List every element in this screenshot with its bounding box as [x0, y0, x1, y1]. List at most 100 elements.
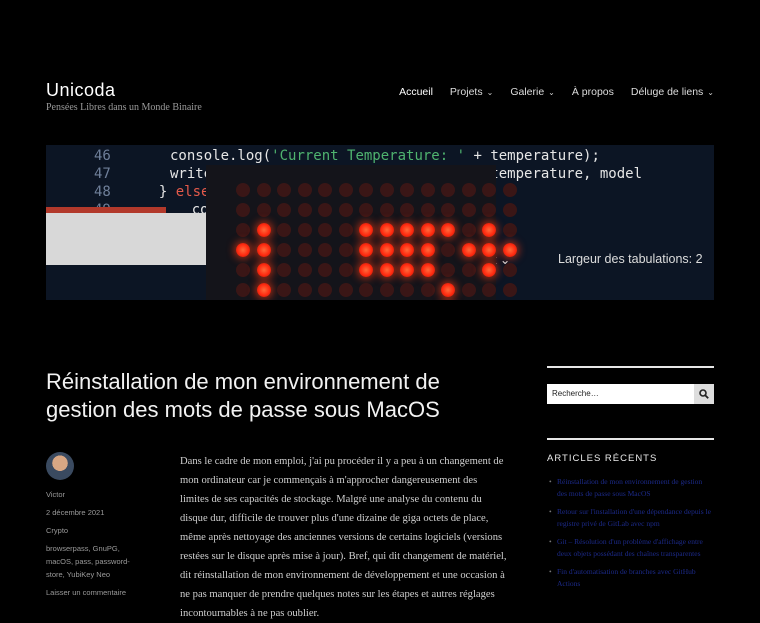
comment-link[interactable]: Laisser un commentaire — [46, 586, 146, 599]
led — [379, 183, 394, 197]
post-date[interactable]: 2 décembre 2021 — [46, 506, 146, 519]
led — [338, 223, 353, 237]
led — [502, 203, 517, 217]
chevron-down-icon: ⌄ — [548, 87, 555, 97]
search-button[interactable] — [694, 384, 714, 404]
post-tags[interactable]: browserpass, GnuPG, macOS, pass, passwor… — [46, 542, 146, 581]
led — [277, 243, 291, 257]
led — [502, 223, 517, 237]
led — [359, 203, 373, 217]
recent-post-link[interactable]: Fin d'automatisation de branches avec Gi… — [549, 566, 714, 590]
led — [297, 263, 312, 277]
led — [256, 283, 271, 297]
led — [482, 263, 496, 277]
avatar — [46, 452, 74, 480]
led — [379, 243, 394, 257]
led — [297, 283, 312, 297]
led — [441, 283, 455, 297]
led — [318, 183, 332, 197]
led — [482, 223, 496, 237]
nav-item-projets[interactable]: Projets ⌄ — [450, 86, 493, 98]
post-title[interactable]: Réinstallation de mon environnement de g… — [46, 368, 516, 424]
led — [338, 283, 353, 297]
code-keyword: else — [175, 184, 210, 200]
nav-label: Galerie — [510, 86, 545, 98]
led — [256, 263, 271, 277]
led — [482, 183, 496, 197]
led — [502, 183, 517, 197]
line-number: 47 — [94, 166, 111, 182]
code-line: console.log('Current Temperature: ' + te… — [170, 148, 600, 164]
led — [277, 203, 291, 217]
nav-label: Accueil — [399, 86, 433, 98]
led — [277, 283, 291, 297]
site-title[interactable]: Unicoda — [46, 80, 116, 101]
led — [318, 263, 332, 277]
led — [338, 203, 353, 217]
led — [297, 203, 312, 217]
code-text: } — [142, 184, 176, 200]
chevron-down-icon: ⌄ — [486, 87, 494, 97]
led — [318, 223, 332, 237]
led — [236, 203, 250, 217]
led — [502, 263, 517, 277]
sidebar-divider — [547, 366, 714, 368]
nav-item-a-propos[interactable]: À propos — [572, 86, 614, 98]
led — [461, 183, 476, 197]
led — [236, 223, 250, 237]
status-tab-width: Largeur des tabulations: 2 — [558, 252, 703, 266]
led — [400, 263, 414, 277]
recent-post-link[interactable]: Retour sur l'installation d'une dépendan… — [549, 506, 714, 530]
post-content: Dans le cadre de mon emploi, j'ai pu pro… — [180, 456, 507, 619]
post-category[interactable]: Crypto — [46, 524, 146, 537]
recent-post-link[interactable]: Git – Résolution d'un problème d'afficha… — [549, 536, 714, 560]
led — [482, 283, 496, 297]
led — [256, 203, 271, 217]
search-form: Recherche… — [547, 384, 714, 404]
led — [256, 183, 271, 197]
led — [461, 203, 476, 217]
post-meta: Victor 2 décembre 2021 Crypto browserpas… — [46, 488, 146, 604]
code-line: } else — [142, 184, 210, 200]
led — [441, 203, 455, 217]
sensor-board — [46, 213, 211, 265]
led — [441, 243, 455, 257]
led — [338, 263, 353, 277]
led — [318, 283, 332, 297]
led — [379, 203, 394, 217]
led — [359, 263, 373, 277]
led — [461, 223, 476, 237]
led — [379, 263, 394, 277]
nav-item-deluge-de-liens[interactable]: Déluge de liens ⌄ — [631, 86, 714, 98]
post-author[interactable]: Victor — [46, 488, 146, 501]
led — [236, 263, 250, 277]
led — [236, 183, 250, 197]
search-input[interactable]: Recherche… — [547, 384, 694, 404]
code-text: console.log( — [170, 148, 272, 164]
main-navigation: Accueil Projets ⌄ Galerie ⌄ À propos Dél… — [382, 86, 714, 98]
led — [256, 223, 271, 237]
led — [441, 263, 455, 277]
nav-item-galerie[interactable]: Galerie ⌄ — [510, 86, 555, 98]
led — [297, 223, 312, 237]
led — [482, 243, 496, 257]
nav-item-accueil[interactable]: Accueil — [399, 86, 433, 98]
nav-label: Projets — [449, 86, 483, 98]
led — [400, 283, 414, 297]
led — [502, 283, 517, 297]
recent-post-link[interactable]: Réinstallation de mon environnement de g… — [549, 476, 714, 500]
led — [277, 183, 291, 197]
led-matrix — [206, 165, 517, 300]
nav-label: À propos — [571, 86, 614, 98]
led — [400, 203, 414, 217]
code-text: + temperature); — [465, 148, 600, 164]
led — [420, 263, 435, 277]
recent-posts-title: ARTICLES RÉCENTS — [547, 453, 658, 464]
editor-status-bar: pt ⌄ Largeur des tabulations: 2 — [486, 249, 714, 271]
led — [277, 223, 291, 237]
led — [502, 243, 517, 257]
led — [256, 243, 271, 257]
led — [461, 263, 476, 277]
led — [420, 203, 435, 217]
led — [359, 243, 373, 257]
